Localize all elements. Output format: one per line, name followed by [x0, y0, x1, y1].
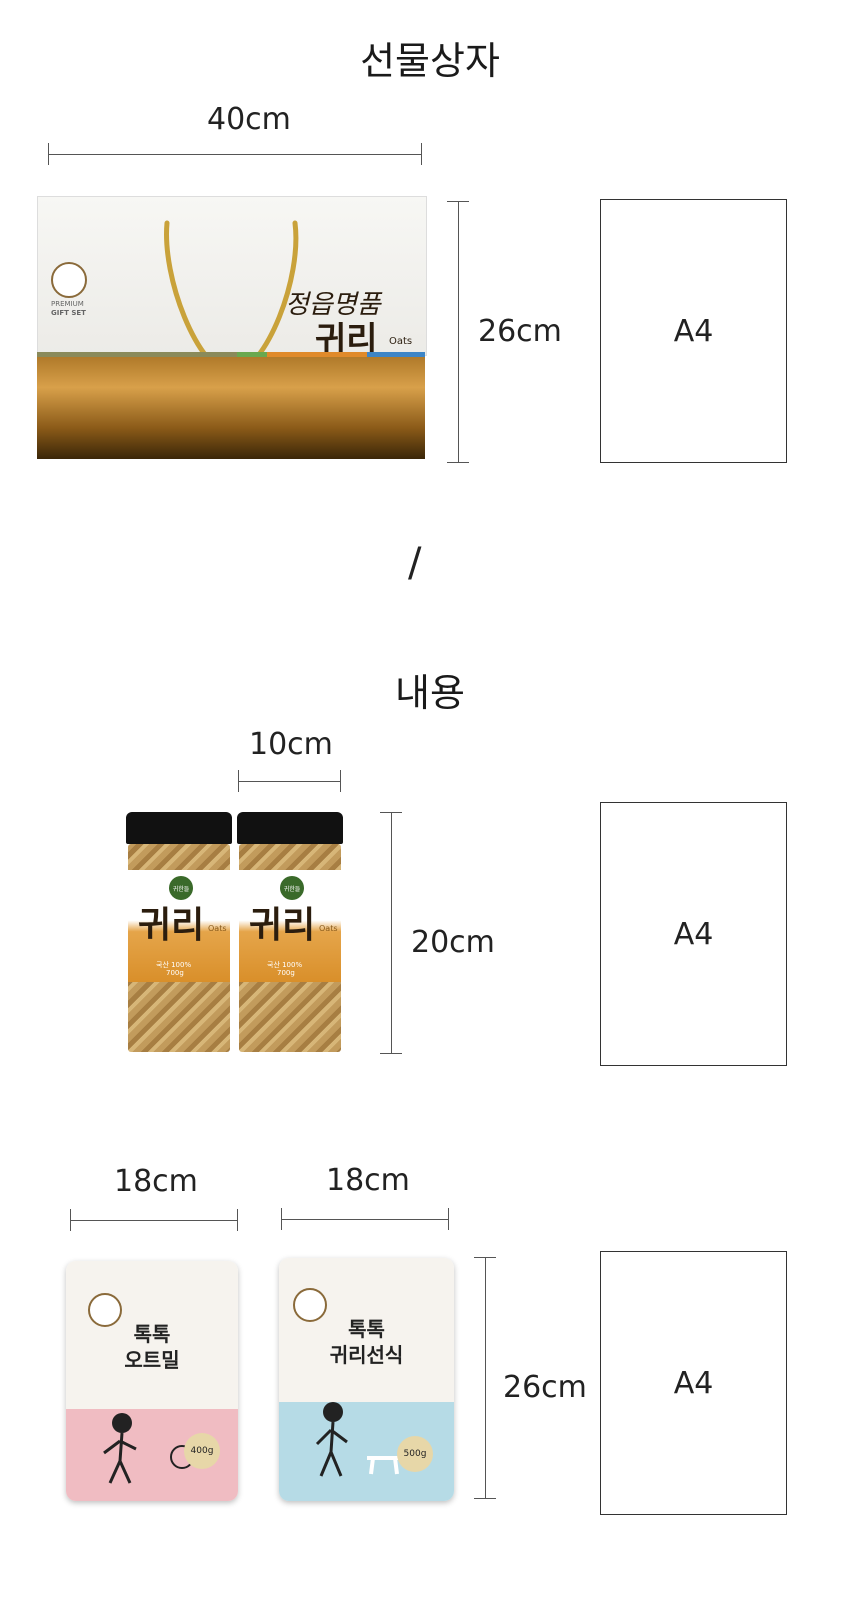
jar-height-tick-top: [380, 812, 402, 813]
jar-height-tick-bottom: [380, 1053, 402, 1054]
oat-jar-left: 귀한들 귀리 Oats 국산 100% 700g: [126, 812, 232, 1054]
bag1-weight-badge: 400g: [184, 1433, 220, 1469]
section-title-gift-box: 선물상자: [360, 39, 500, 83]
divider-slash: /: [408, 540, 422, 586]
oat-powder-bag: 톡톡 귀리선식 500g: [279, 1258, 454, 1501]
jar-weight: 700g: [166, 969, 184, 977]
jar-lid: [126, 812, 232, 844]
gift-box-wheat-photo: [37, 357, 425, 459]
box-height-tick-bottom: [447, 462, 469, 463]
bag-height-tick-bottom: [474, 1498, 496, 1499]
box-height-label: 26cm: [478, 314, 562, 349]
bag2-width-label: 18cm: [326, 1163, 410, 1198]
gift-box-image: PREMIUM GIFT SET 정읍명품 귀리 Oats: [37, 196, 427, 460]
bag2-width-line: [281, 1219, 449, 1220]
brand-logo-icon: [51, 262, 87, 298]
a4-label: A4: [673, 313, 714, 349]
bag1-line2: 오트밀: [124, 1348, 180, 1372]
premium-label: PREMIUM: [51, 300, 84, 308]
jar-name: 귀리: [249, 904, 316, 946]
bag1-line1: 톡톡: [133, 1322, 171, 1346]
bag-height-label: 26cm: [503, 1370, 587, 1405]
oatmeal-bag: 톡톡 오트밀 400g: [66, 1261, 238, 1501]
jar-weight: 700g: [277, 969, 295, 977]
bag1-width-line: [70, 1220, 238, 1221]
jar-height-label: 20cm: [411, 925, 495, 960]
bag2-line2: 귀리선식: [329, 1343, 404, 1367]
bag2-weight-badge: 500g: [397, 1436, 433, 1472]
a4-reference-box: A4: [600, 1251, 787, 1515]
oat-jar-right: 귀한들 귀리 Oats 국산 100% 700g: [237, 812, 343, 1054]
jar-name-en: Oats: [208, 924, 227, 933]
jar-height-line: [391, 812, 392, 1054]
bag2-line1: 톡톡: [348, 1317, 385, 1341]
box-width-tick-right: [421, 143, 422, 165]
box-height-tick-top: [447, 201, 469, 202]
section-title-contents: 내용: [395, 671, 465, 715]
bag-height-line: [485, 1257, 486, 1499]
bag1-width-tick-left: [70, 1209, 71, 1231]
a4-label: A4: [673, 916, 714, 952]
jar-name-en: Oats: [319, 924, 338, 933]
box-width-tick-left: [48, 143, 49, 165]
bag2-width-tick-right: [448, 1208, 449, 1230]
bag1-width-label: 18cm: [114, 1164, 198, 1199]
a4-reference-box: A4: [600, 199, 787, 463]
gift-set-label: GIFT SET: [51, 309, 86, 317]
box-height-line: [458, 201, 459, 463]
box-width-label: 40cm: [207, 102, 291, 137]
jar-width-tick-left: [238, 770, 239, 792]
bag2-width-tick-left: [281, 1208, 282, 1230]
box-brand-en: Oats: [389, 336, 413, 347]
jar-name: 귀리: [138, 904, 205, 946]
bag-height-tick-top: [474, 1257, 496, 1258]
jar-width-label: 10cm: [249, 727, 333, 762]
box-width-line: [48, 154, 422, 155]
jar-lid: [237, 812, 343, 844]
a4-reference-box: A4: [600, 802, 787, 1066]
jar-width-tick-right: [340, 770, 341, 792]
a4-label: A4: [673, 1365, 714, 1401]
jar-width-line: [238, 781, 341, 782]
bag1-width-tick-right: [237, 1209, 238, 1231]
